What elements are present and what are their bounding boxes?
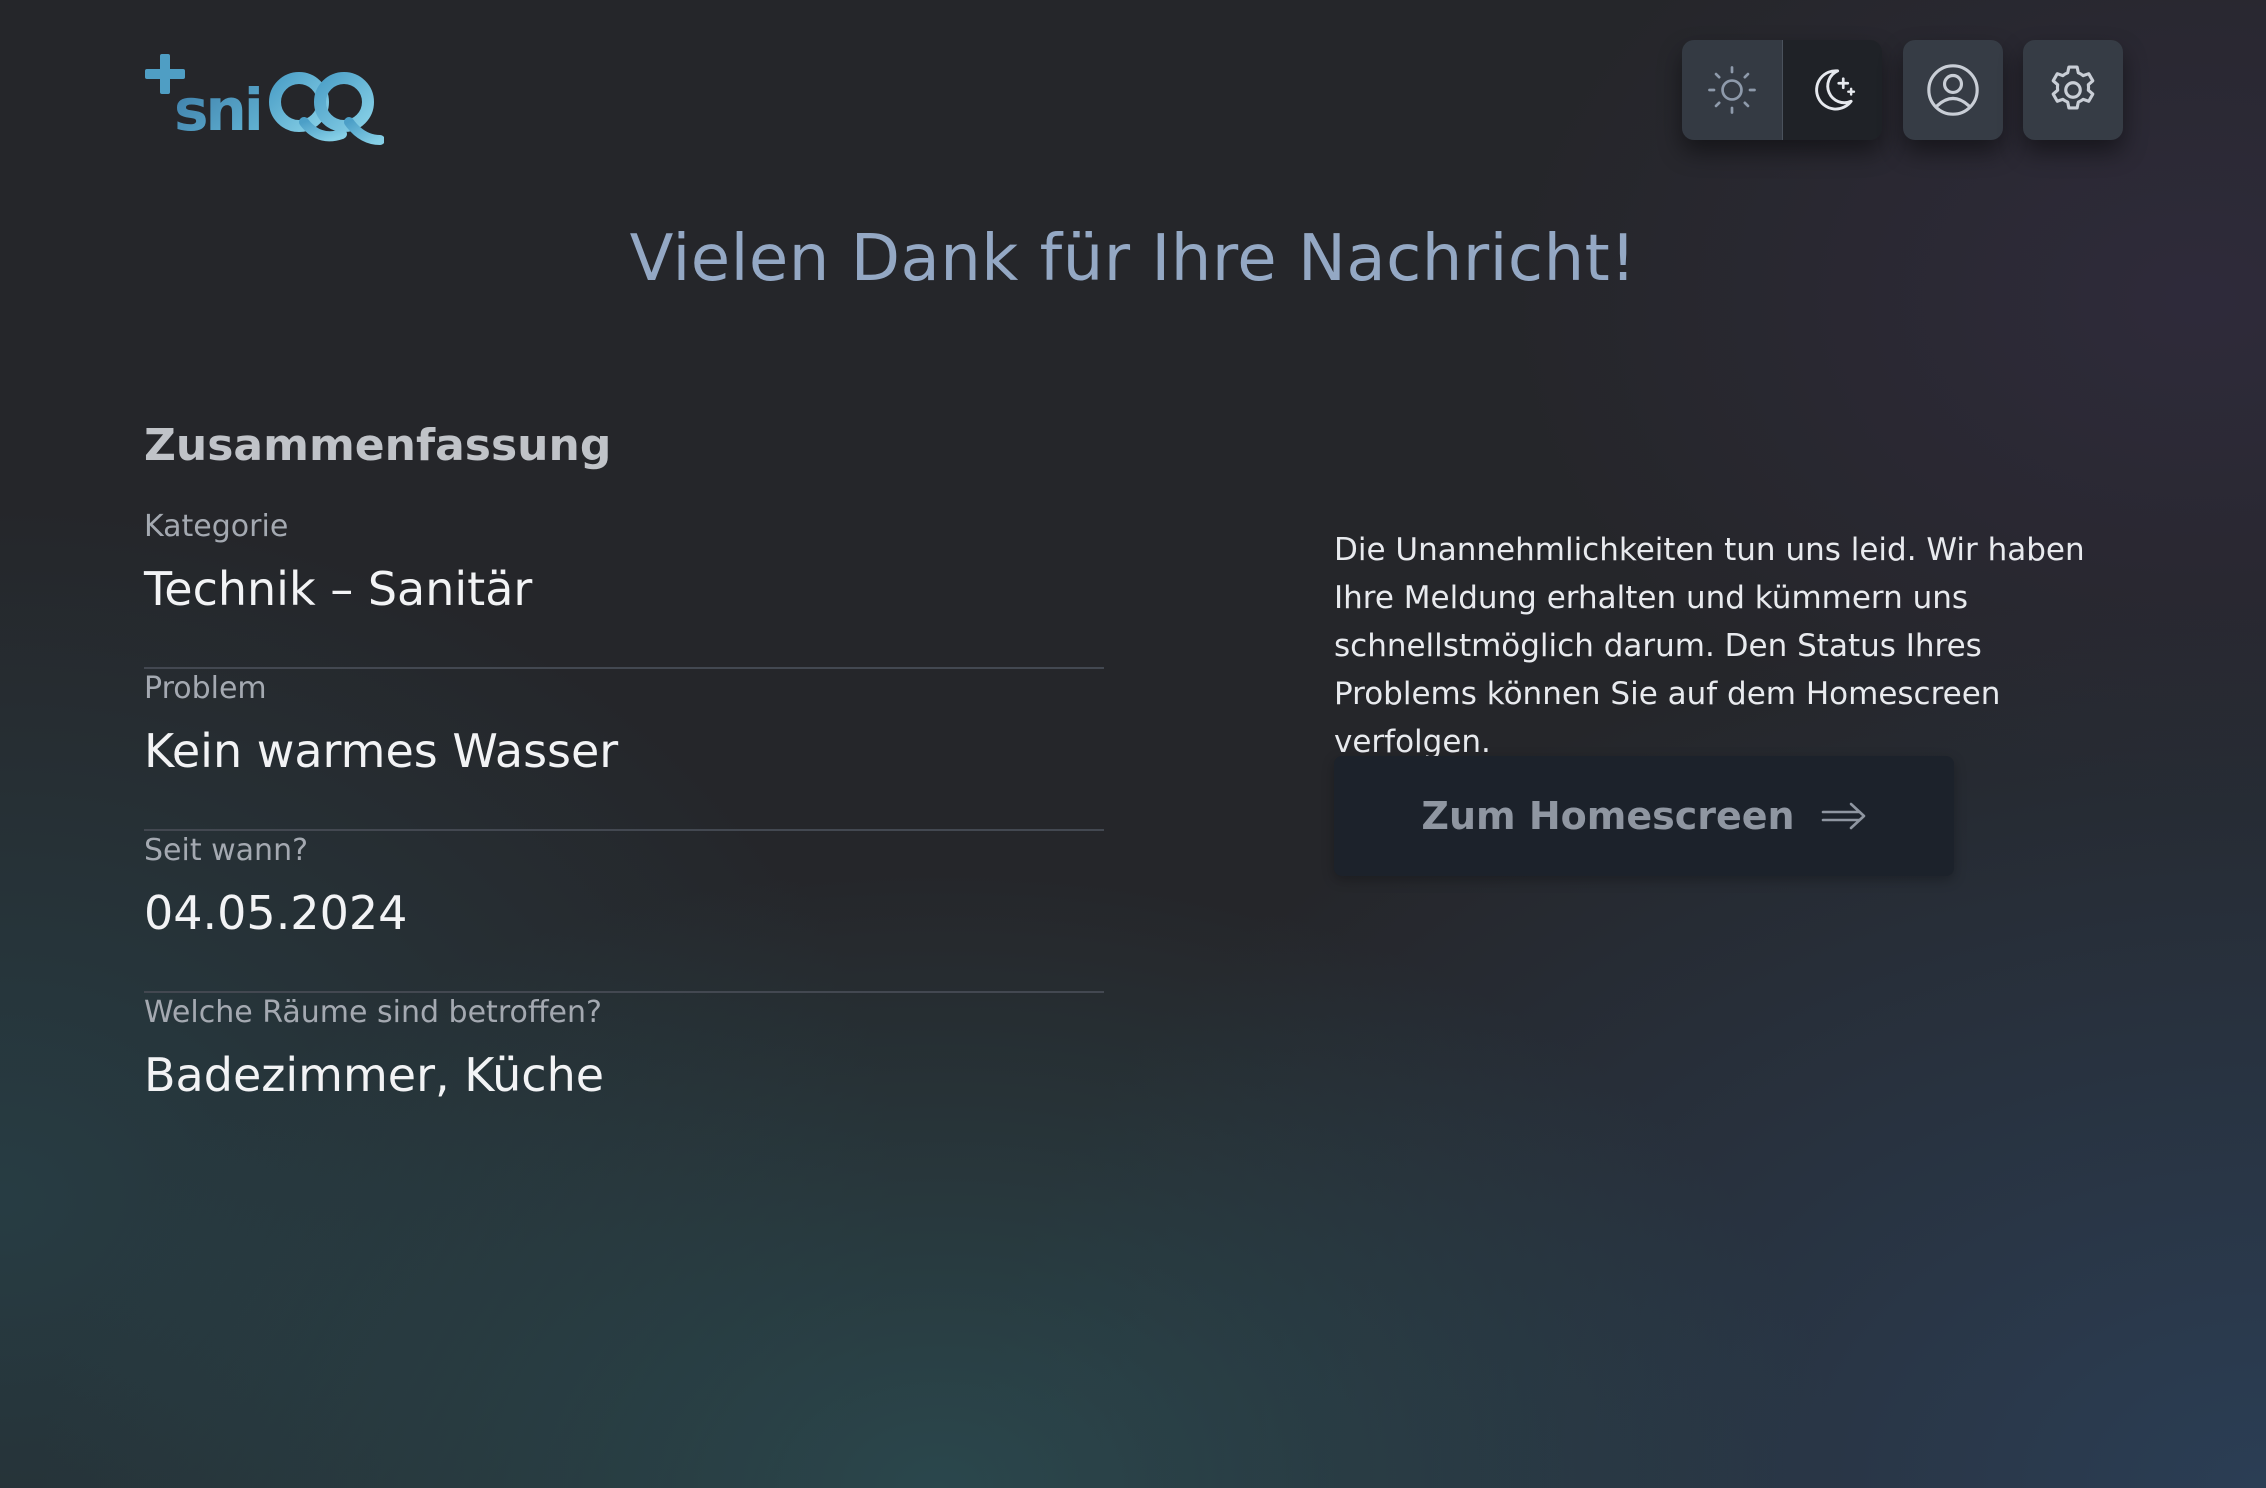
- summary-item-problem: Problem Kein warmes Wasser: [144, 669, 1104, 831]
- summary-item-rooms: Welche Räume sind betroffen? Badezimmer,…: [144, 993, 1104, 1155]
- summary-item-since: Seit wann? 04.05.2024: [144, 831, 1104, 993]
- summary-item-value: 04.05.2024: [144, 886, 408, 940]
- summary-item-label: Welche Räume sind betroffen?: [144, 995, 602, 1030]
- light-mode-button[interactable]: [1682, 40, 1782, 140]
- page-title: Vielen Dank für Ihre Nachricht!: [629, 222, 1637, 296]
- summary-item-label: Seit wann?: [144, 833, 309, 868]
- summary-section: Zusammenfassung Kategorie Technik – Sani…: [144, 420, 1104, 1155]
- summary-item-category: Kategorie Technik – Sanitär: [144, 507, 1104, 669]
- summary-item-value: Badezimmer, Küche: [144, 1048, 605, 1102]
- sun-icon: [1707, 66, 1756, 114]
- svg-text:sni: sni: [174, 76, 261, 144]
- home-button[interactable]: Zum Homescreen: [1334, 756, 1954, 876]
- sniqq-logo: sni: [144, 50, 385, 150]
- summary-item-value: Technik – Sanitär: [144, 562, 533, 616]
- moon-stars-icon: [1815, 69, 1856, 111]
- summary-item-label: Problem: [144, 671, 267, 706]
- summary-item-value: Kein warmes Wasser: [144, 724, 619, 778]
- user-circle-icon: [1927, 64, 1979, 116]
- theme-toggle[interactable]: [1682, 40, 1882, 140]
- arrow-right-icon: [1821, 802, 1865, 830]
- gear-icon: [2051, 65, 2095, 110]
- settings-button[interactable]: [2023, 40, 2123, 140]
- summary-item-label: Kategorie: [144, 509, 289, 544]
- confirmation-message: Die Unannehmlichkeiten tun uns leid. Wir…: [1334, 532, 2085, 760]
- home-button-label: Zum Homescreen: [1421, 794, 1795, 838]
- summary-heading: Zusammenfassung: [144, 420, 612, 471]
- dark-mode-button[interactable]: [1781, 40, 1882, 140]
- sniqq-logo-image: sni: [145, 54, 385, 145]
- profile-button[interactable]: [1903, 40, 2003, 140]
